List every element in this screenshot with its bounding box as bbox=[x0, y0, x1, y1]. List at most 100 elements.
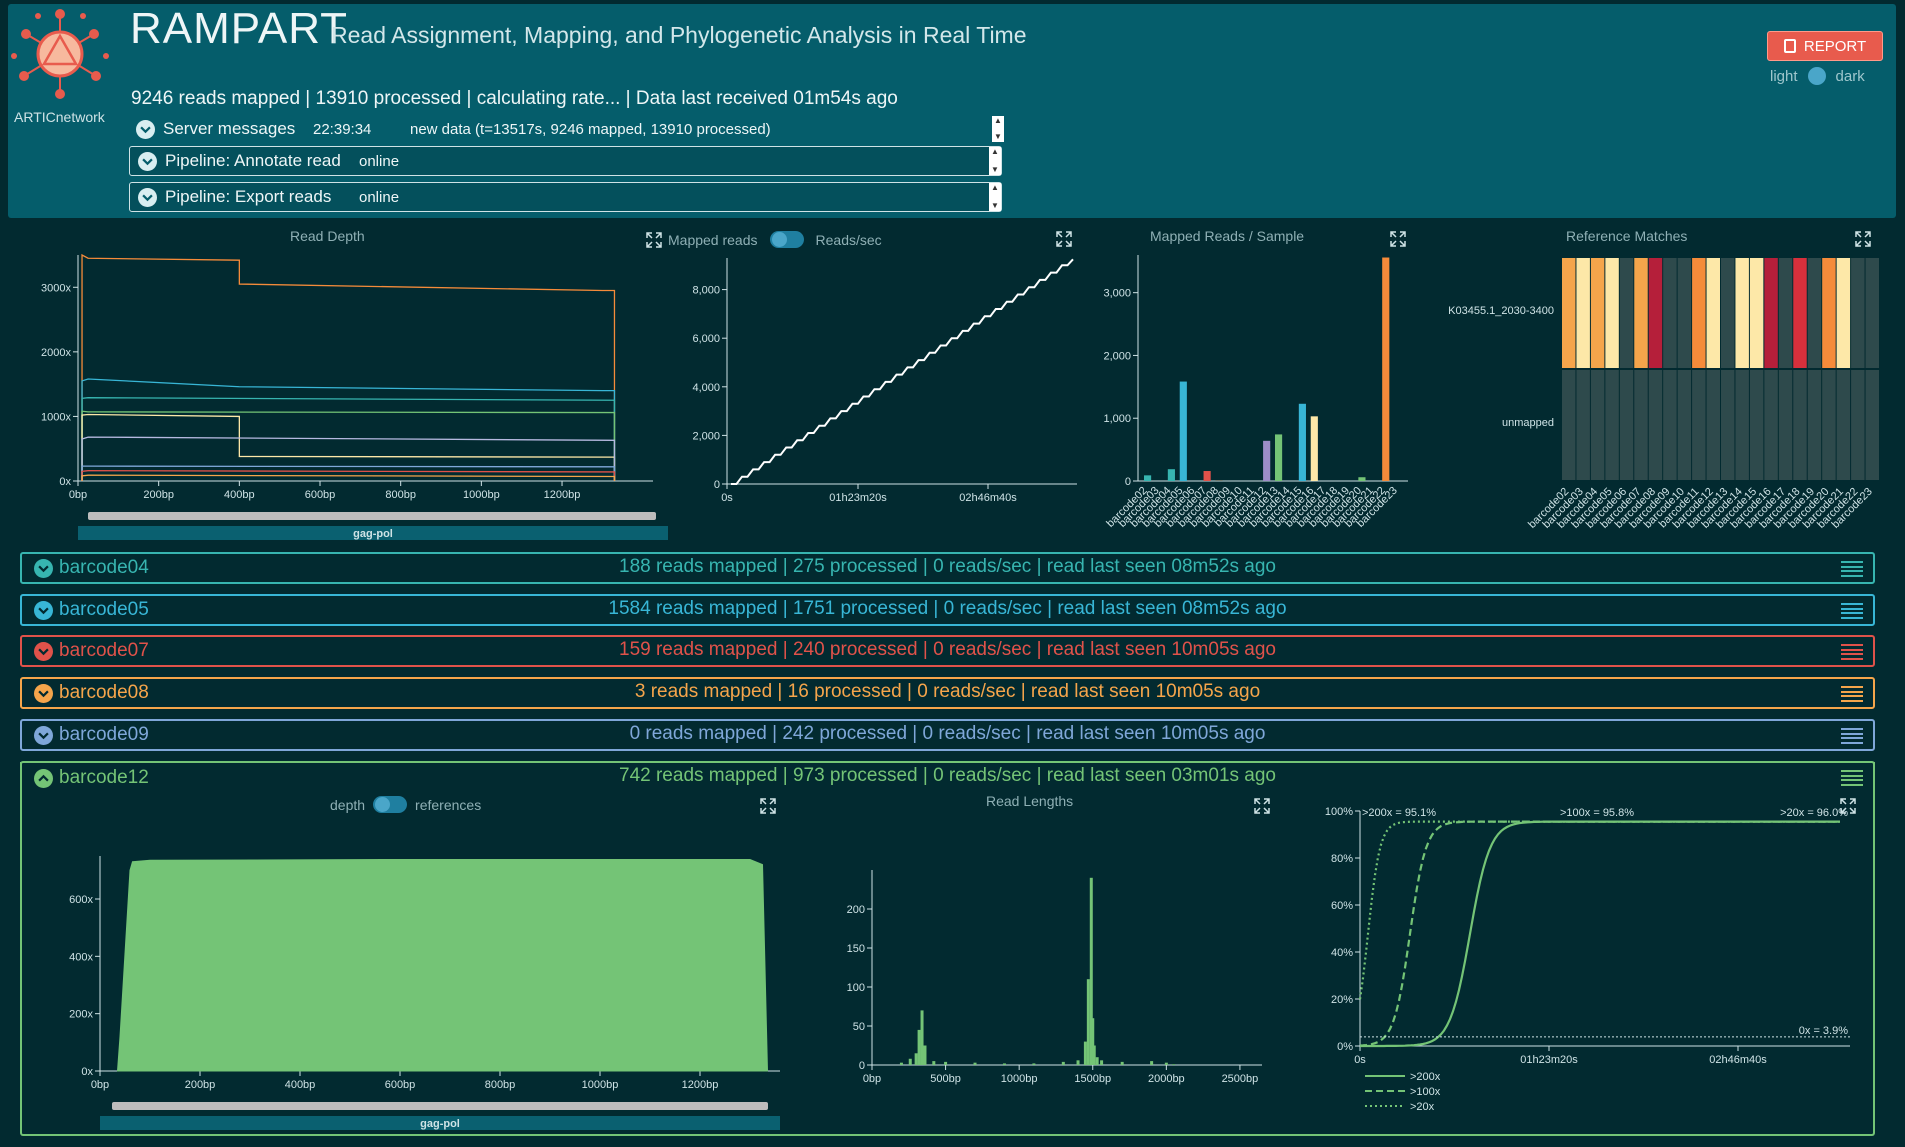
x-tick-label: 600bp bbox=[305, 489, 336, 501]
heatmap-cell bbox=[1822, 258, 1836, 368]
y-tick-label: 40% bbox=[1331, 947, 1353, 959]
read-lengths-chart: 0bp 500bp 1000bp 1500bp 2000bp 2500bp 0 50 100 15… bbox=[847, 870, 1262, 1085]
heatmap-cell bbox=[1590, 370, 1605, 480]
y-tick-label: 3000x bbox=[41, 282, 71, 294]
menu-icon[interactable] bbox=[1841, 561, 1863, 577]
heatmap-cell bbox=[1851, 258, 1865, 368]
heatmap-cell bbox=[1634, 258, 1648, 368]
depth-series-line bbox=[81, 474, 616, 481]
barcode-stats: 0 reads mapped | 242 processed | 0 reads… bbox=[629, 723, 1266, 744]
y-tick-label: 400x bbox=[69, 951, 93, 963]
depth-series-line bbox=[81, 465, 616, 481]
barcode-row-barcode04[interactable]: barcode04 188 reads mapped | 275 processe… bbox=[20, 552, 1875, 584]
read-length-bar bbox=[899, 1062, 903, 1065]
x-tick-label: 01h23m20s bbox=[829, 492, 887, 504]
menu-icon[interactable] bbox=[1841, 603, 1863, 619]
barcode-row-barcode05[interactable]: barcode05 1584 reads mapped | 1751 proces… bbox=[20, 594, 1875, 626]
y-tick-label: 0 bbox=[859, 1060, 865, 1072]
x-tick-label: 500bp bbox=[930, 1073, 961, 1085]
theme-toggle-knob[interactable] bbox=[1807, 67, 1826, 85]
chevron-down-icon[interactable] bbox=[138, 151, 157, 171]
menu-icon[interactable] bbox=[1841, 686, 1863, 702]
report-icon bbox=[1783, 39, 1796, 53]
barcode-stats: 188 reads mapped | 275 processed | 0 rea… bbox=[619, 556, 1276, 577]
barcode-row-barcode07[interactable]: barcode07 159 reads mapped | 240 processe… bbox=[20, 635, 1875, 667]
x-tick-label: 600bp bbox=[385, 1079, 416, 1091]
heatmap-cell bbox=[1576, 370, 1590, 480]
heatmap-cell bbox=[1648, 370, 1663, 480]
heatmap-cell bbox=[1692, 370, 1706, 480]
heatmap-cell bbox=[1619, 258, 1634, 368]
heatmap-cell bbox=[1793, 258, 1807, 368]
barcode-row-barcode08[interactable]: barcode08 3 reads mapped | 16 processed |… bbox=[20, 677, 1875, 709]
y-tick-label: 8,000 bbox=[692, 285, 720, 297]
read-length-bar bbox=[917, 1029, 921, 1065]
menu-icon[interactable] bbox=[1841, 728, 1863, 744]
server-scrollbar[interactable]: ▲ ▼ bbox=[992, 116, 1004, 142]
x-tick-label: 0bp bbox=[863, 1073, 881, 1085]
artic-logo: ARTICnetwork bbox=[8, 4, 113, 134]
heatmap-cell bbox=[1663, 370, 1677, 480]
y-tick-label: 200 bbox=[847, 904, 865, 916]
pipeline-export: Pipeline: Export reads online ▲ ▼ bbox=[129, 182, 1002, 212]
y-tick-label: 2000x bbox=[41, 347, 71, 359]
barcode12-depth-chart: 0bp 200bp 400bp 600bp 800bp 1000bp 1200bp 0x 200… bbox=[69, 856, 780, 1130]
sample-bar bbox=[1298, 403, 1306, 481]
read-length-bar bbox=[932, 1061, 936, 1065]
sample-bar bbox=[1167, 469, 1175, 481]
y-tick-label: 0 bbox=[714, 479, 720, 491]
x-tick-label: 02h46m40s bbox=[1709, 1054, 1767, 1066]
theme-switch[interactable]: light dark bbox=[1770, 67, 1865, 85]
threshold-annotation: >200x = 95.1% bbox=[1362, 807, 1436, 819]
barcode-row-barcode09[interactable]: barcode09 0 reads mapped | 242 processed … bbox=[20, 719, 1875, 751]
y-tick-label: 100% bbox=[1325, 806, 1353, 818]
barcode-stats: 159 reads mapped | 240 processed | 0 rea… bbox=[619, 639, 1276, 660]
x-tick-label: 800bp bbox=[485, 1079, 516, 1091]
mapped-per-sample-chart: 01,0002,0003,000barcode02barcode03barcod… bbox=[1103, 255, 1408, 530]
y-tick-label: 0x bbox=[81, 1066, 93, 1078]
x-tick-label: 800bp bbox=[385, 489, 416, 501]
heatmap-cell bbox=[1605, 258, 1619, 368]
x-tick-label: 1500bp bbox=[1074, 1073, 1111, 1085]
chevron-down-icon[interactable] bbox=[136, 119, 155, 139]
heatmap-cell bbox=[1677, 370, 1692, 480]
heatmap-cell bbox=[1677, 258, 1692, 368]
read-length-bar bbox=[1032, 1063, 1036, 1065]
y-tick-label: 0 bbox=[1125, 476, 1131, 488]
coverage-area bbox=[116, 858, 769, 1072]
y-tick-label: 50 bbox=[853, 1021, 865, 1033]
coverage-scroll-bar bbox=[88, 512, 656, 520]
report-button[interactable]: REPORT bbox=[1767, 31, 1883, 61]
pipeline-scrollbar[interactable]: ▲ ▼ bbox=[989, 147, 1001, 175]
app-title: RAMPART bbox=[130, 4, 349, 53]
logo-text: ARTICnetwork bbox=[14, 109, 106, 125]
legend-label: >200x bbox=[1410, 1071, 1441, 1083]
sample-bar bbox=[1275, 434, 1283, 481]
y-tick-label: 3,000 bbox=[1103, 288, 1131, 300]
read-length-bar bbox=[1100, 1060, 1104, 1065]
gene-label: gag-pol bbox=[353, 528, 393, 540]
x-tick-label: 1000bp bbox=[463, 489, 500, 501]
x-tick-label: 400bp bbox=[285, 1079, 316, 1091]
run-summary: 9246 reads mapped | 13910 processed | ca… bbox=[131, 88, 898, 109]
y-tick-label: 1,000 bbox=[1103, 413, 1131, 425]
heatmap-cell bbox=[1764, 258, 1778, 368]
chevron-down-icon[interactable] bbox=[138, 187, 157, 207]
heatmap-cell bbox=[1749, 258, 1764, 368]
x-tick-label: 01h23m20s bbox=[1520, 1054, 1578, 1066]
pipeline-status: online bbox=[359, 152, 400, 170]
heatmap-cell bbox=[1865, 258, 1879, 368]
sample-bar bbox=[1203, 471, 1211, 481]
pipeline-scrollbar[interactable]: ▲ ▼ bbox=[989, 183, 1001, 211]
barcode-stats: 1584 reads mapped | 1751 processed | 0 r… bbox=[608, 598, 1287, 619]
read-length-bar bbox=[1172, 1064, 1176, 1065]
read-length-bar bbox=[973, 1062, 977, 1065]
pipeline-name: Pipeline: Export reads bbox=[165, 187, 332, 206]
read-length-bar bbox=[923, 1045, 927, 1065]
x-tick-label: 0s bbox=[1354, 1054, 1366, 1066]
menu-icon[interactable] bbox=[1841, 644, 1863, 660]
app-subtitle: Read Assignment, Mapping, and Phylogenet… bbox=[331, 22, 1027, 48]
coverage-series-line bbox=[1358, 820, 1840, 1000]
heatmap-cell bbox=[1721, 258, 1735, 368]
heatmap-cell bbox=[1721, 370, 1735, 480]
